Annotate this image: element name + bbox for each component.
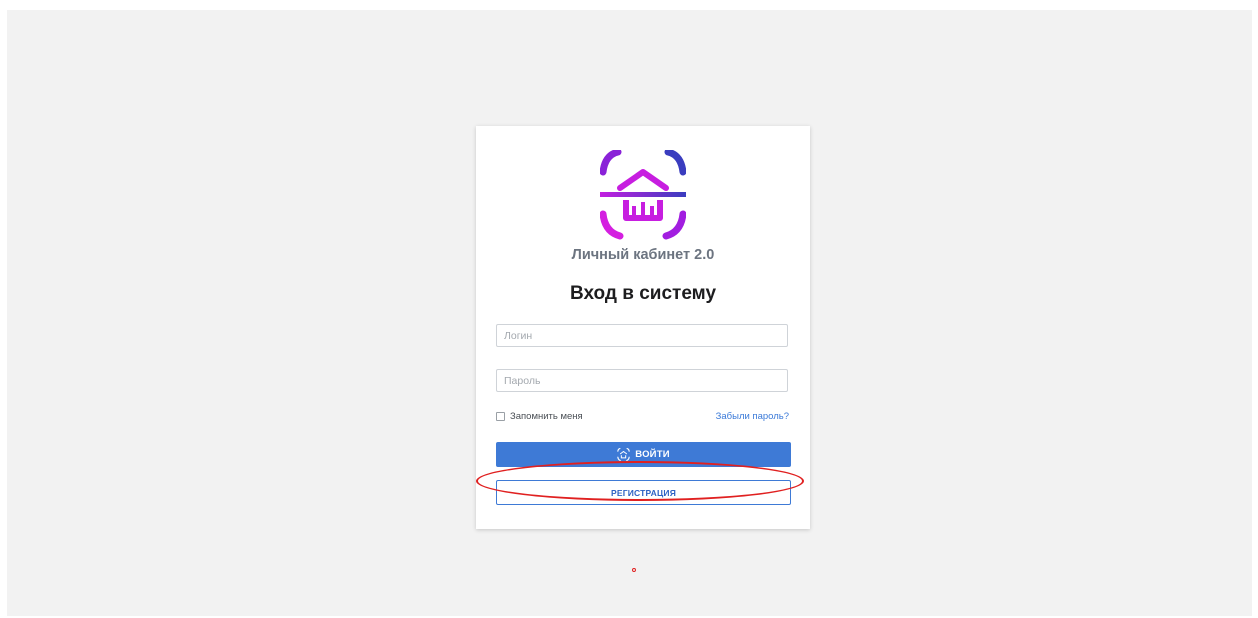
password-input[interactable] <box>496 369 788 392</box>
house-scan-icon <box>617 448 630 461</box>
login-button-label: ВОЙТИ <box>635 449 670 460</box>
register-button-label: РЕГИСТРАЦИЯ <box>610 487 677 498</box>
login-input[interactable] <box>496 324 788 347</box>
remember-me-label: Запомнить меня <box>510 411 583 422</box>
register-button[interactable]: РЕГИСТРАЦИЯ <box>496 480 791 505</box>
page-background: Личный кабинет 2.0 Вход в систему Запомн… <box>7 10 1252 616</box>
login-card: Личный кабинет 2.0 Вход в систему Запомн… <box>476 126 810 529</box>
login-button[interactable]: ВОЙТИ <box>496 442 791 467</box>
house-scan-logo-icon <box>600 150 686 240</box>
remember-me[interactable]: Запомнить меня <box>496 411 583 422</box>
remember-me-checkbox[interactable] <box>496 412 505 421</box>
brand-name: Личный кабинет 2.0 <box>571 247 715 263</box>
page-title: Вход в систему <box>569 283 717 304</box>
forgot-password-link[interactable]: Забыли пароль? <box>716 411 789 422</box>
red-dot-marker <box>632 568 636 572</box>
